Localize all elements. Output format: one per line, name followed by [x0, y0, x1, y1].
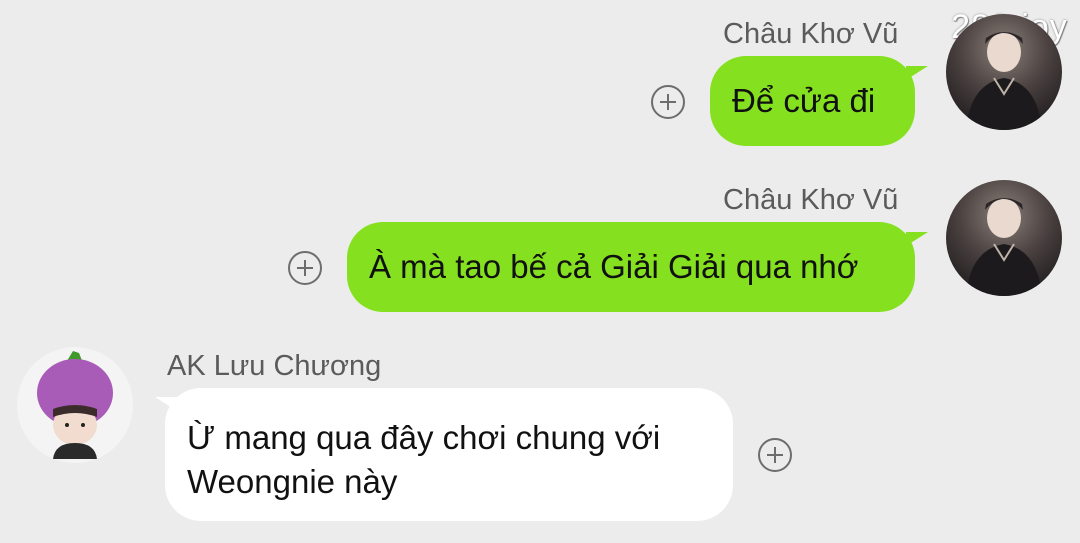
react-plus-icon[interactable]: [288, 251, 322, 285]
avatar-eggplant-hat-icon: [37, 351, 113, 459]
sender-name: Châu Khơ Vũ: [723, 18, 899, 50]
avatar-boy-icon: [966, 32, 1042, 130]
outgoing-message-bubble[interactable]: Để cửa đi: [710, 56, 915, 146]
message-text-line-1: Ừ mang qua đây chơi chung với: [187, 419, 661, 456]
avatar-icon[interactable]: [946, 14, 1062, 130]
react-plus-icon[interactable]: [651, 85, 685, 119]
message-text-line-2: Weongnie này: [187, 463, 398, 500]
message-text: Để cửa đi: [732, 82, 876, 119]
sender-name: AK Lưu Chương: [167, 350, 382, 382]
avatar-boy-icon: [966, 198, 1042, 296]
incoming-message-bubble[interactable]: Ừ mang qua đây chơi chung với Weongnie n…: [165, 388, 733, 521]
avatar-icon[interactable]: [946, 180, 1062, 296]
avatar-icon[interactable]: [17, 347, 133, 463]
react-plus-icon[interactable]: [758, 438, 792, 472]
outgoing-message-bubble[interactable]: À mà tao bế cả Giải Giải qua nhớ: [347, 222, 915, 312]
bubble-tail: [906, 232, 928, 246]
bubble-tail: [906, 66, 928, 80]
sender-name: Châu Khơ Vũ: [723, 184, 899, 216]
message-text: À mà tao bế cả Giải Giải qua nhớ: [369, 248, 859, 285]
